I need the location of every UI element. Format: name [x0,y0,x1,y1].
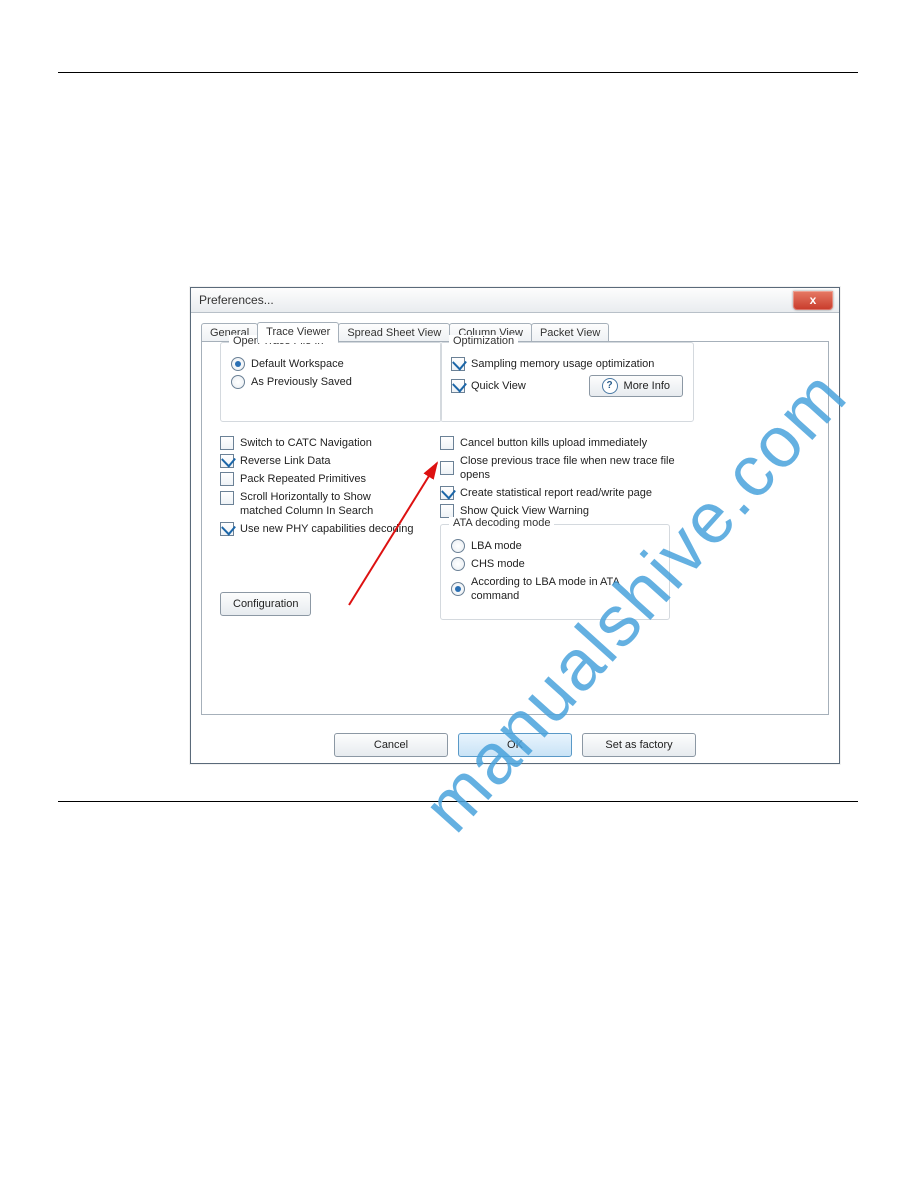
button-label: OK [507,739,523,751]
close-button[interactable]: x [793,291,833,310]
tab-label: Packet View [540,327,600,339]
right-check-group: Cancel button kills upload immediately C… [440,432,688,620]
check-close-previous-trace[interactable]: Close previous trace file when new trace… [440,454,688,482]
checkbox-icon [440,461,454,475]
dialog-title: Preferences... [199,293,274,307]
checkbox-icon [440,486,454,500]
configuration-button-wrap: Configuration [220,592,311,616]
checkbox-icon [440,504,454,518]
check-label: Use new PHY capabilities decoding [240,522,413,536]
help-icon: ? [602,378,618,394]
group-optimization: Optimization Sampling memory usage optim… [440,342,694,422]
check-label: Quick View [471,379,526,393]
group-open-trace: Open Trace File In Default Workspace As … [220,342,442,422]
checkbox-icon [451,357,465,371]
check-label: Show Quick View Warning [460,504,589,518]
radio-icon [451,557,465,571]
check-switch-catc[interactable]: Switch to CATC Navigation [220,436,420,450]
preferences-dialog: Preferences... x General Trace Viewer Sp… [190,287,840,764]
checkbox-icon [220,472,234,486]
check-label: Scroll Horizontally to Show matched Colu… [240,490,410,518]
check-scroll-horizontally[interactable]: Scroll Horizontally to Show matched Colu… [220,490,420,518]
page-rule-bottom [58,801,858,802]
dialog-footer: Cancel OK Set as factory [191,733,839,757]
check-use-new-phy[interactable]: Use new PHY capabilities decoding [220,522,420,536]
checkbox-icon [220,491,234,505]
group-legend: ATA decoding mode [449,517,554,529]
ok-button[interactable]: OK [458,733,572,757]
check-label: Switch to CATC Navigation [240,436,372,450]
radio-icon [451,539,465,553]
dialog-client-area: General Trace Viewer Spread Sheet View C… [191,313,839,763]
radio-label: Default Workspace [251,357,344,371]
check-cancel-kills-upload[interactable]: Cancel button kills upload immediately [440,436,688,450]
cancel-button[interactable]: Cancel [334,733,448,757]
radio-chs-mode[interactable]: CHS mode [451,557,659,571]
check-label: Close previous trace file when new trace… [460,454,688,482]
close-icon: x [810,293,817,307]
radio-label: According to LBA mode in ATA command [471,575,659,603]
radio-label: CHS mode [471,557,525,571]
check-label: Cancel button kills upload immediately [460,436,647,450]
check-label: Reverse Link Data [240,454,331,468]
button-label: Set as factory [605,739,672,751]
radio-as-previously-saved[interactable]: As Previously Saved [231,375,431,389]
tab-label: Trace Viewer [266,326,330,338]
radio-label: As Previously Saved [251,375,352,389]
checkbox-icon [220,436,234,450]
radio-icon [451,582,465,596]
configuration-button[interactable]: Configuration [220,592,311,616]
radio-according-lba[interactable]: According to LBA mode in ATA command [451,575,659,603]
radio-lba-mode[interactable]: LBA mode [451,539,659,553]
tab-packet-view[interactable]: Packet View [531,323,609,342]
check-reverse-link-data[interactable]: Reverse Link Data [220,454,420,468]
check-show-quick-view-warning[interactable]: Show Quick View Warning [440,504,688,518]
set-as-factory-button[interactable]: Set as factory [582,733,696,757]
more-info-button[interactable]: ? More Info [589,375,683,397]
check-create-statistical-report[interactable]: Create statistical report read/write pag… [440,486,688,500]
page-rule-top [58,72,858,73]
radio-icon [231,375,245,389]
checkbox-icon [220,522,234,536]
check-quick-view[interactable]: Quick View ? More Info [451,375,683,397]
group-legend: Optimization [449,335,518,347]
titlebar: Preferences... x [191,288,839,313]
tab-panel-trace-viewer: Open Trace File In Default Workspace As … [201,341,829,715]
check-label: Pack Repeated Primitives [240,472,366,486]
left-check-group: Switch to CATC Navigation Reverse Link D… [220,432,420,540]
radio-icon [231,357,245,371]
button-label: Configuration [233,598,298,610]
tab-label: Spread Sheet View [347,327,441,339]
check-label: Create statistical report read/write pag… [460,486,652,500]
radio-label: LBA mode [471,539,522,553]
checkbox-icon [440,436,454,450]
check-sampling-memory[interactable]: Sampling memory usage optimization [451,357,683,371]
radio-default-workspace[interactable]: Default Workspace [231,357,431,371]
checkbox-icon [220,454,234,468]
tab-spread-sheet-view[interactable]: Spread Sheet View [338,323,450,342]
tab-trace-viewer[interactable]: Trace Viewer [257,322,339,343]
button-label: Cancel [374,739,408,751]
group-ata-decoding: ATA decoding mode LBA mode CHS mode Acco… [440,524,670,620]
checkbox-icon [451,379,465,393]
button-label: More Info [624,379,670,393]
check-pack-repeated-primitives[interactable]: Pack Repeated Primitives [220,472,420,486]
check-label: Sampling memory usage optimization [471,357,654,371]
